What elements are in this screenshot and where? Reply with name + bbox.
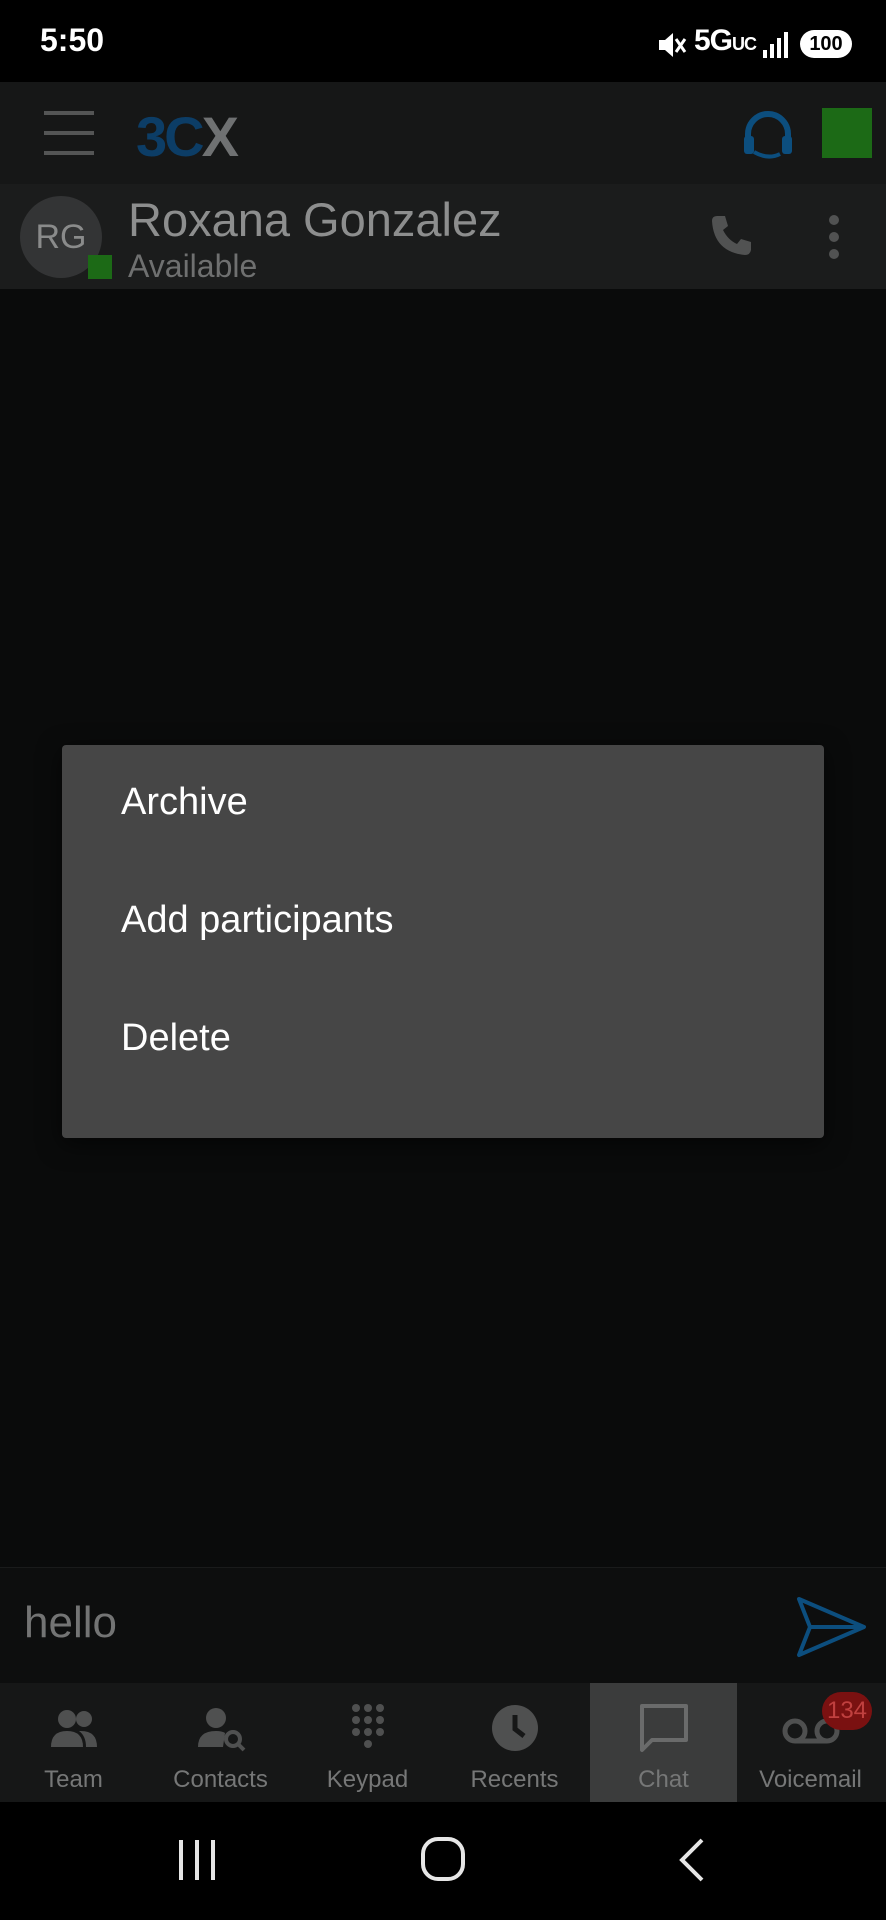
presence-indicator <box>88 255 112 279</box>
nav-keypad[interactable]: Keypad <box>294 1683 441 1802</box>
menu-item-archive[interactable]: Archive <box>62 745 824 863</box>
nav-label: Team <box>44 1766 103 1793</box>
menu-item-label: Delete <box>121 1017 231 1059</box>
nav-contacts[interactable]: Contacts <box>147 1683 294 1802</box>
nav-label: Keypad <box>326 1766 409 1793</box>
menu-item-delete[interactable]: Delete <box>62 981 824 1099</box>
nav-label: Voicemail <box>759 1766 862 1793</box>
composer-bar <box>0 1567 886 1684</box>
nav-recents[interactable]: Recents <box>441 1683 588 1802</box>
headset-icon[interactable] <box>740 108 796 162</box>
send-icon[interactable] <box>796 1596 868 1658</box>
network-indicator: 5GUC <box>694 24 757 57</box>
menu-item-add-participants[interactable]: Add participants <box>62 863 824 981</box>
context-menu: Archive Add participants Delete <box>62 745 824 1138</box>
battery-indicator: 100 <box>800 30 852 58</box>
keypad-icon <box>352 1704 384 1748</box>
team-icon <box>51 1710 97 1747</box>
nav-chat[interactable]: Chat <box>590 1683 737 1802</box>
menu-item-label: Add participants <box>121 899 394 941</box>
clock-icon <box>492 1705 538 1751</box>
menu-item-label: Archive <box>121 781 248 823</box>
contact-name: Roxana Gonzalez <box>128 193 502 246</box>
nav-label: Chat <box>638 1766 689 1793</box>
signal-icon <box>763 32 788 58</box>
more-options-icon[interactable] <box>824 214 844 260</box>
back-icon[interactable] <box>676 1836 706 1884</box>
recent-apps-icon[interactable] <box>176 1838 218 1882</box>
nav-label: Contacts <box>173 1766 268 1793</box>
status-time: 5:50 <box>40 22 105 58</box>
voicemail-badge: 134 <box>822 1692 872 1730</box>
contact-status: Available <box>128 248 258 284</box>
home-icon[interactable] <box>420 1836 466 1882</box>
phone-icon[interactable] <box>708 212 754 258</box>
nav-team[interactable]: Team <box>0 1683 147 1802</box>
contacts-search-icon <box>198 1708 246 1752</box>
nav-label: Recents <box>470 1766 559 1793</box>
message-input[interactable]: hello <box>24 1598 117 1648</box>
chat-icon <box>640 1704 688 1752</box>
presence-status-button[interactable] <box>822 108 872 158</box>
app-logo: 3CX <box>136 105 239 168</box>
mute-icon <box>659 33 687 57</box>
menu-icon[interactable] <box>44 110 94 156</box>
